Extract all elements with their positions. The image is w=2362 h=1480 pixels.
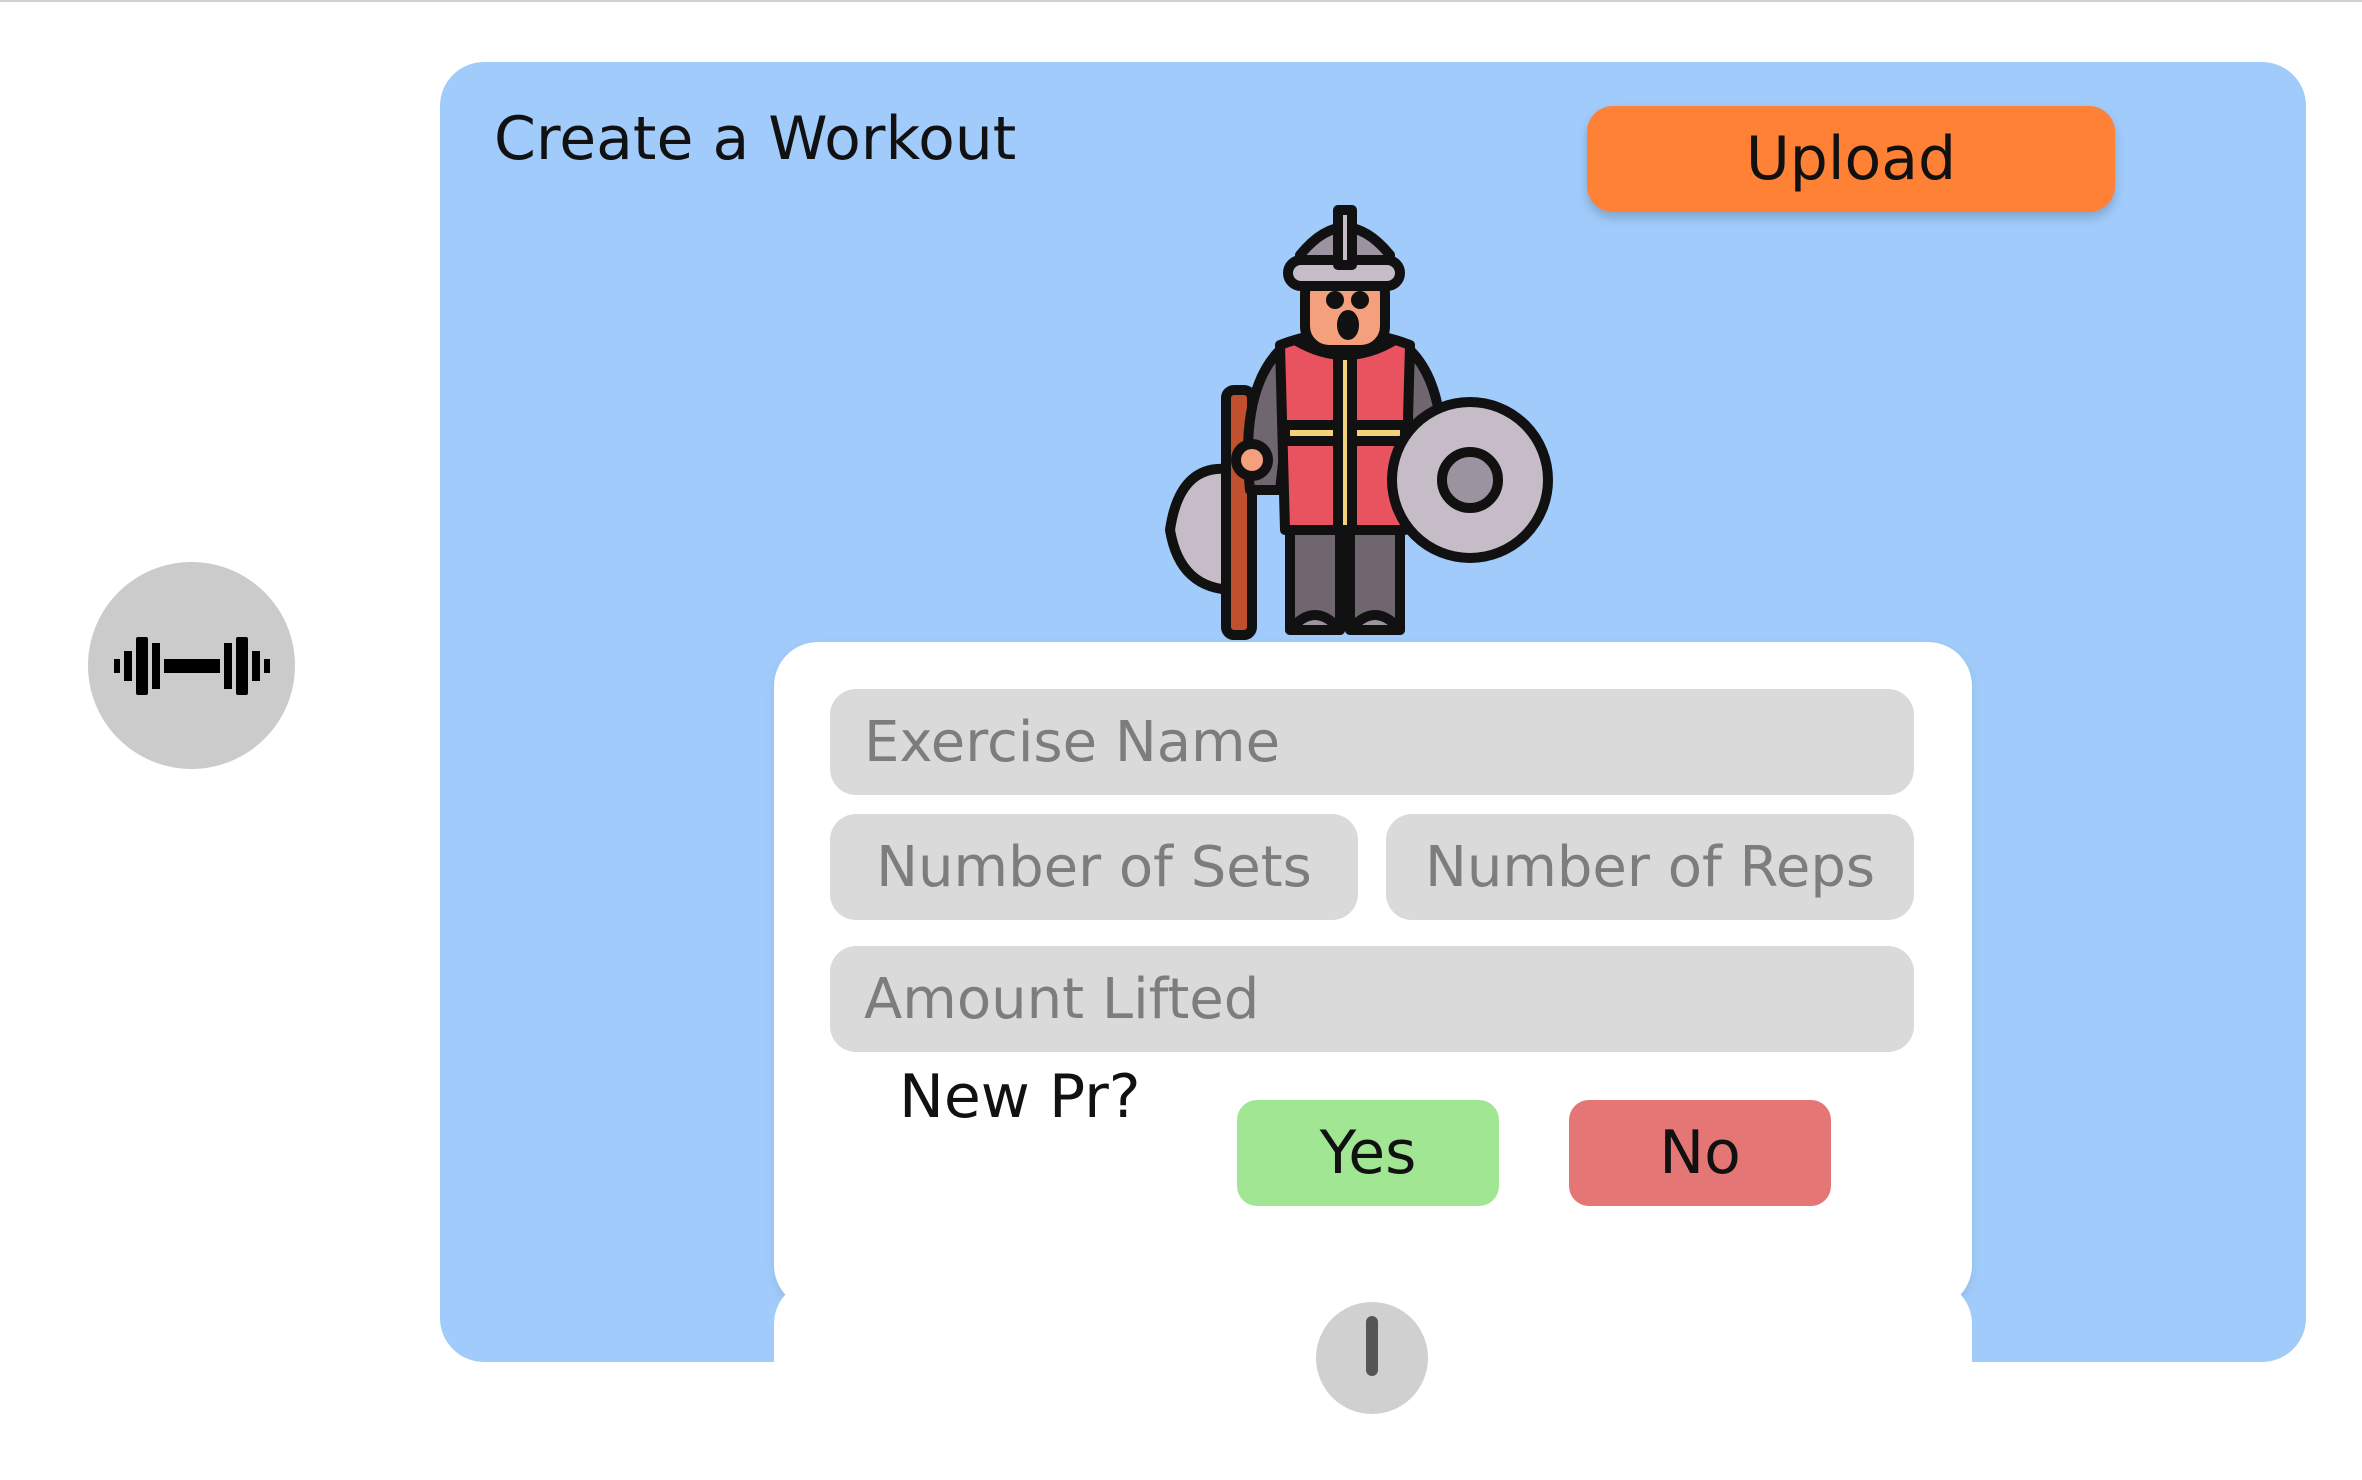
- panel-title: Create a Workout: [494, 104, 1017, 174]
- pr-yes-label: Yes: [1319, 1118, 1417, 1188]
- pr-no-button[interactable]: No: [1569, 1100, 1831, 1206]
- create-workout-panel: Create a Workout Upload Exercise Name Nu…: [440, 62, 2306, 1480]
- workout-nav-button[interactable]: [88, 562, 295, 769]
- plus-icon: [1366, 1316, 1378, 1376]
- sets-input[interactable]: [830, 814, 1358, 920]
- pr-yes-button[interactable]: Yes: [1237, 1100, 1499, 1206]
- reps-input[interactable]: [1386, 814, 1914, 920]
- new-pr-label: New Pr?: [899, 1062, 1141, 1132]
- dumbbell-icon: [113, 636, 270, 695]
- amount-lifted-input[interactable]: [830, 946, 1914, 1052]
- add-exercise-card: [774, 1280, 1972, 1480]
- upload-button-label: Upload: [1745, 124, 1957, 194]
- top-divider: [0, 0, 2362, 2]
- exercise-name-input[interactable]: [830, 689, 1914, 795]
- pr-no-label: No: [1659, 1118, 1741, 1188]
- exercise-form-card: New Pr? Yes No: [774, 642, 1972, 1309]
- viking-mascot-icon: [1165, 205, 1553, 640]
- add-exercise-button[interactable]: [1316, 1302, 1428, 1414]
- upload-button[interactable]: Upload: [1587, 106, 2115, 212]
